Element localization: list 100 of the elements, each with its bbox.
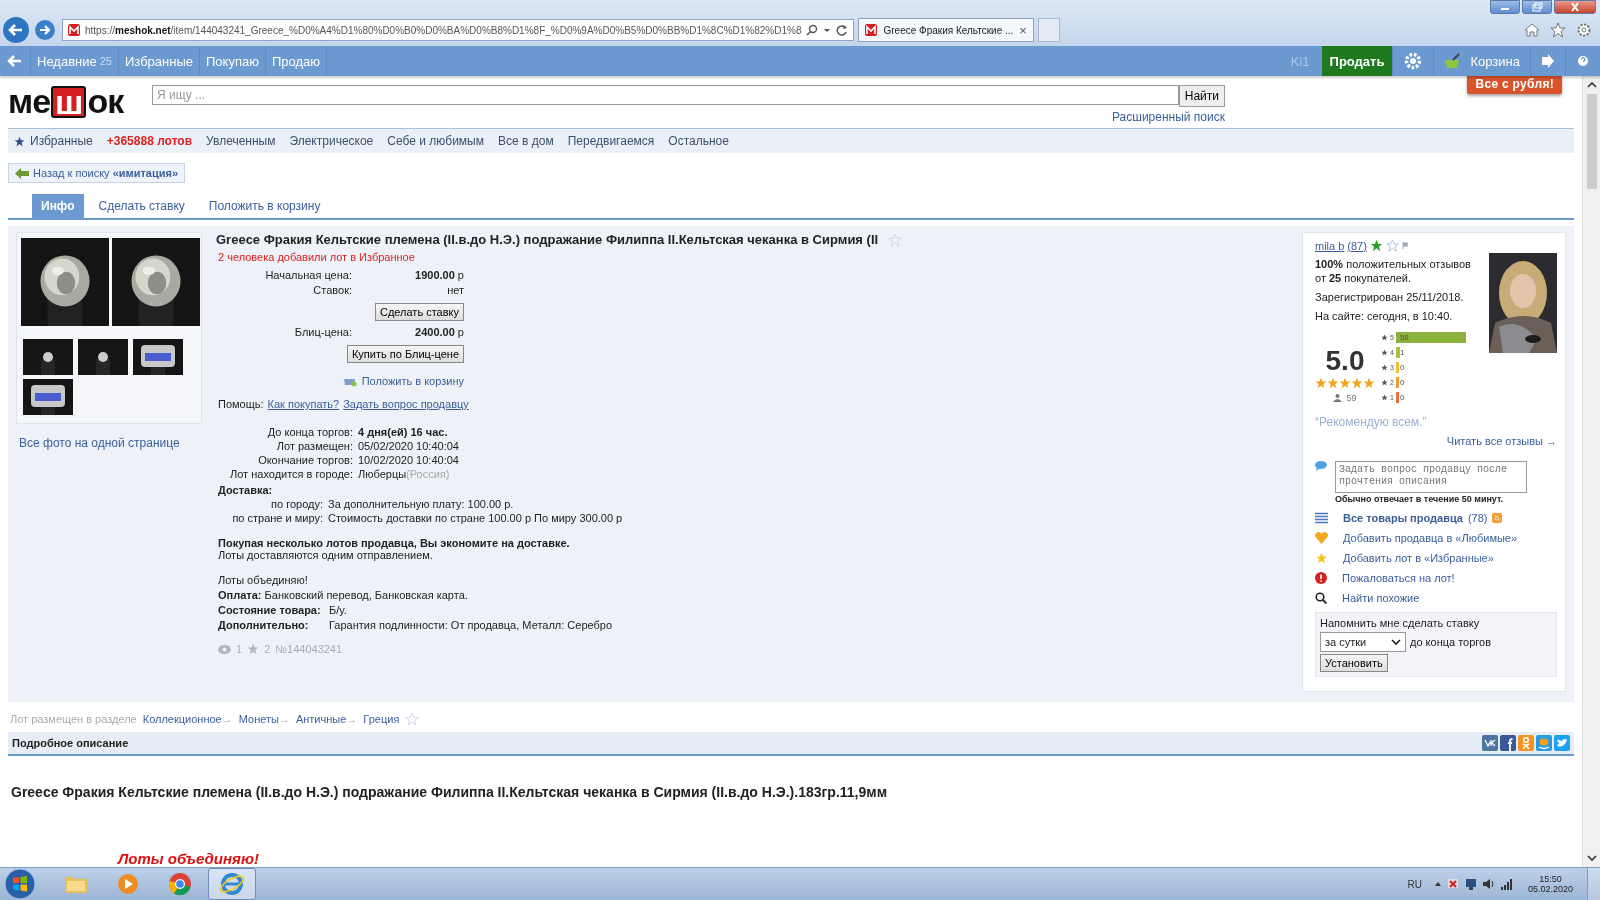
back-button[interactable] xyxy=(2,16,30,44)
language-indicator[interactable]: RU xyxy=(1407,878,1422,890)
all-reviews-link[interactable]: Читать все отзывы → xyxy=(1315,435,1557,447)
volume-icon[interactable] xyxy=(1481,877,1496,891)
detail-value: 4 дня(ей) 16 час. xyxy=(358,426,449,438)
lot-count-link[interactable]: +365888 лотов xyxy=(106,134,193,148)
price-label: Начальная цена: xyxy=(264,269,352,281)
sell-button[interactable]: Продать xyxy=(1321,46,1393,76)
browser-tab[interactable]: Greece Фракия Кельтские ... × xyxy=(858,18,1034,42)
scroll-down-icon[interactable] xyxy=(1585,853,1598,863)
rating-score: 5.0 xyxy=(1325,345,1365,377)
star-icon xyxy=(1369,239,1383,252)
minimize-button[interactable] xyxy=(1490,0,1520,14)
category-link[interactable]: Себе и любимым xyxy=(387,134,484,148)
help-link[interactable]: Как покупать? xyxy=(267,398,340,410)
seller-action-link[interactable]: Пожаловаться на лот! xyxy=(1342,572,1455,584)
tab[interactable]: Сделать ставку xyxy=(89,194,194,218)
refresh-icon[interactable] xyxy=(836,24,849,36)
seller-action-link[interactable]: Добавить лот в «Избранные» xyxy=(1343,552,1494,564)
address-bar[interactable]: https://meshok.net/item/144043241_Greece_%D0%A4%D1%80%D0%B0%D0%BA%D0%B8%D1%8F_%D0%9A%D0%B5%D0%BB%D1%8C%D1%82%D1%8 xyxy=(62,19,855,41)
delivery-heading: Доставка: xyxy=(217,484,274,496)
rating-count: 1 xyxy=(1399,346,1405,358)
clock-date[interactable]: 05.02.2020 xyxy=(1527,884,1573,894)
breadcrumb-link[interactable]: Античные xyxy=(295,713,347,725)
detail-label: До конца торгов: xyxy=(266,426,353,438)
seller-rating-link[interactable]: (87) xyxy=(1347,239,1367,252)
favorite-star-icon[interactable] xyxy=(888,232,903,247)
share-icon[interactable] xyxy=(1554,735,1570,751)
star-outline-icon[interactable] xyxy=(405,712,420,726)
favorites-star-icon[interactable] xyxy=(1550,22,1566,38)
set-reminder-button[interactable]: Установить xyxy=(1320,654,1388,672)
category-link[interactable]: Избранные xyxy=(14,134,93,148)
place-bid-button[interactable]: Сделать ставку xyxy=(374,303,464,321)
star-icon xyxy=(1381,348,1388,356)
breadcrumb-link[interactable]: Монеты xyxy=(238,713,279,725)
detail-value: 10/02/2020 10:40:04 xyxy=(358,454,459,466)
forward-button[interactable] xyxy=(34,19,56,41)
rating-count: 0 xyxy=(1399,361,1405,373)
signal-icon[interactable] xyxy=(1499,877,1514,891)
search-icon[interactable] xyxy=(806,24,819,36)
category-link[interactable]: Остальное xyxy=(668,134,729,148)
site-logo[interactable]: ме ш ок xyxy=(8,82,152,118)
site-favicon-icon xyxy=(68,24,80,36)
tab-close-button[interactable]: × xyxy=(1019,22,1027,38)
clock-time[interactable]: 15:50 xyxy=(1539,874,1562,884)
detail-label: Окончание торгов: xyxy=(257,454,353,466)
breadcrumb-separator: → xyxy=(278,713,290,725)
add-to-cart-link[interactable]: Положить в корзину xyxy=(342,374,464,387)
breadcrumb-link[interactable]: Греция xyxy=(363,713,400,725)
question-field[interactable]: Задать вопрос продавцу после прочтения описания xyxy=(1335,461,1527,493)
restore-button[interactable] xyxy=(1522,0,1552,14)
scroll-thumb[interactable] xyxy=(1586,94,1597,189)
back-to-search-button[interactable]: Назад к поиску «имитация» xyxy=(8,163,185,183)
share-icon[interactable] xyxy=(1536,735,1552,751)
scrollbar[interactable] xyxy=(1582,76,1600,867)
category-link[interactable]: Все в дом xyxy=(498,134,554,148)
tab[interactable]: Положить в корзину xyxy=(199,194,330,218)
search-button[interactable]: Найти xyxy=(1178,85,1225,107)
description-text: Greece Фракия Кельтские племена (II.в.до Н.Э.) подражание Филиппа II.Кельтская чеканка в Сирмия (II.в.до Н.Э.).183гр.11,9мм xyxy=(10,784,888,800)
category-link[interactable]: Электрическое xyxy=(289,134,374,148)
settings-icon[interactable] xyxy=(1576,22,1592,38)
network-icon[interactable] xyxy=(1463,877,1478,891)
internet-explorer-icon xyxy=(219,872,245,896)
seller-name-link[interactable]: mila b xyxy=(1315,239,1345,252)
breadcrumb-link[interactable]: Коллекционное xyxy=(142,713,222,725)
seller-action-link[interactable]: Добавить продавца в «Любимые» xyxy=(1343,532,1518,544)
bids-label: Ставок: xyxy=(312,284,352,296)
views-count: 1 xyxy=(236,643,243,655)
scroll-up-icon[interactable] xyxy=(1585,80,1598,90)
home-icon[interactable] xyxy=(1524,22,1540,38)
share-icon[interactable] xyxy=(1500,735,1516,751)
delivery-value: За дополнительную плату: 100.00 р. xyxy=(328,498,515,510)
review-quote: “Рекомендую всем.” xyxy=(1315,415,1428,429)
start-button[interactable] xyxy=(4,868,36,900)
star-outline-icon xyxy=(1385,239,1399,252)
taskbar-app-button[interactable] xyxy=(208,868,256,900)
condition-value: Б/у. xyxy=(329,604,347,616)
basket-icon xyxy=(1444,53,1463,69)
help-link[interactable]: Задать вопрос продавцу xyxy=(343,398,469,410)
search-field[interactable]: Я ищу ... xyxy=(152,85,1179,105)
category-link[interactable]: Увлеченным xyxy=(206,134,276,148)
advanced-search-link[interactable]: Расширенный поиск xyxy=(1112,110,1225,124)
extra-label: Дополнительно: xyxy=(218,619,310,631)
reminder-dropdown[interactable]: за сутки xyxy=(1320,632,1406,652)
promo-badge[interactable]: Все с рубля! xyxy=(1467,74,1562,94)
close-button[interactable] xyxy=(1554,0,1596,14)
response-time: Обычно отвечает в течение 50 минут. xyxy=(1335,494,1505,504)
all-photos-link[interactable]: Все фото на одной странице xyxy=(16,436,202,450)
category-link[interactable]: Передвигаемся xyxy=(567,134,655,148)
detail-value: 05/02/2020 10:40:04 xyxy=(358,440,459,452)
share-icon[interactable] xyxy=(1482,735,1498,751)
registration-date: Зарегистрирован 25/11/2018. xyxy=(1315,290,1465,304)
speech-bubble-icon xyxy=(1315,461,1327,471)
buy-now-button[interactable]: Купить по Блиц-цене xyxy=(346,345,464,363)
seller-action-link[interactable]: Все товары продавца xyxy=(1343,512,1463,524)
star-icon xyxy=(1381,363,1388,371)
caret-up-icon[interactable] xyxy=(1433,880,1442,888)
chrome-icon xyxy=(168,872,192,896)
rss-icon[interactable] xyxy=(1492,513,1503,523)
seller-action-link[interactable]: Найти похожие xyxy=(1342,592,1420,604)
